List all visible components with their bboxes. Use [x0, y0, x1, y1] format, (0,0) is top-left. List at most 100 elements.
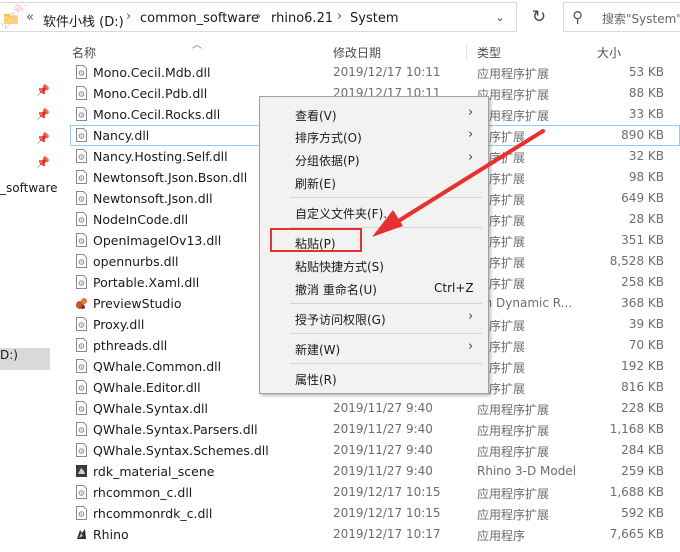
menu-item-undo-rename[interactable]: 撤消 重命名(U)	[295, 281, 377, 298]
file-size: 98 KB	[628, 170, 664, 184]
preview-studio-icon	[76, 298, 87, 309]
file-name: Proxy.dll	[93, 317, 145, 332]
menu-item-view[interactable]: 查看(V)	[295, 107, 337, 124]
search-icon: ⚲	[572, 8, 583, 26]
file-name: Mono.Cecil.Mdb.dll	[93, 65, 211, 80]
nav-item-software[interactable]: _software	[0, 181, 58, 195]
column-divider[interactable]	[466, 44, 467, 60]
file-size: 33 KB	[628, 107, 664, 121]
dll-file-icon	[76, 359, 87, 373]
breadcrumb-item-drive[interactable]: 软件小栈 (D:)	[43, 11, 124, 30]
shortcut-label: Ctrl+Z	[434, 281, 474, 295]
file-size: 39 KB	[628, 317, 664, 331]
menu-item-paste-shortcut[interactable]: 粘贴快捷方式(S)	[295, 258, 384, 275]
menu-item-refresh[interactable]: 刷新(E)	[295, 175, 336, 192]
file-size: 53 KB	[628, 65, 664, 79]
file-size: 890 KB	[621, 128, 664, 142]
file-size: 284 KB	[621, 443, 664, 457]
file-row[interactable]: rhcommonrdk_c.dll 2019/12/17 10:15 应用程序扩展 5…	[70, 503, 680, 524]
breadcrumb-item-common-software[interactable]: common_software	[140, 11, 259, 26]
dll-file-icon	[76, 254, 87, 268]
file-size: 228 KB	[621, 401, 664, 415]
file-name: QWhale.Editor.dll	[93, 380, 201, 395]
file-date: 2019/12/17 10:15	[333, 506, 441, 520]
file-row[interactable]: QWhale.Syntax.Schemes.dll 2019/11/27 9:40…	[70, 440, 680, 461]
file-row[interactable]: Mono.Cecil.Mdb.dll 2019/12/17 10:11 应用程序扩展…	[70, 62, 680, 83]
dll-file-icon	[76, 212, 87, 226]
chevron-right-icon[interactable]: ›	[337, 9, 342, 24]
file-size: 8,528 KB	[609, 254, 664, 268]
file-type: 应用程序扩展	[477, 508, 550, 522]
dll-file-icon	[76, 65, 87, 79]
file-type: 应用程序	[477, 529, 526, 543]
file-size: 7,665 KB	[609, 527, 664, 541]
file-date: 2019/12/17 10:15	[333, 485, 441, 499]
file-row[interactable]: rhcommon_c.dll 2019/12/17 10:15 应用程序扩展 1,68…	[70, 482, 680, 503]
file-date: 2019/11/27 9:40	[333, 443, 433, 457]
file-name: Nancy.Hosting.Self.dll	[93, 149, 228, 164]
file-name: rhcommonrdk_c.dll	[93, 506, 213, 521]
chevron-right-icon[interactable]: ›	[256, 9, 261, 24]
file-name: rdk_material_scene	[93, 464, 215, 479]
menu-item-group-by[interactable]: 分组依据(P)	[295, 152, 360, 169]
file-type: 应用程序扩展	[477, 445, 550, 459]
file-name: Rhino	[93, 527, 129, 542]
file-size: 192 KB	[621, 359, 664, 373]
chevron-right-icon[interactable]: ›	[126, 9, 131, 24]
breadcrumb-item-rhino[interactable]: rhino6.21	[271, 11, 333, 26]
breadcrumb-item-system[interactable]: System	[350, 11, 398, 26]
dll-file-icon	[76, 128, 87, 142]
column-header-type[interactable]: 类型	[477, 44, 501, 61]
file-type: 应用程序扩展	[477, 487, 550, 501]
menu-item-new[interactable]: 新建(W)	[295, 341, 340, 358]
file-type: 应用程序扩展	[477, 424, 550, 438]
file-name: rhcommon_c.dll	[93, 485, 193, 500]
dll-file-icon	[76, 422, 87, 436]
dll-file-icon	[76, 149, 87, 163]
file-row[interactable]: Rhino 2019/12/17 10:17 应用程序 7,665 KB	[70, 524, 680, 545]
file-name: QWhale.Common.dll	[93, 359, 222, 374]
menu-item-customize-folder[interactable]: 自定义文件夹(F)...	[295, 205, 395, 222]
menu-item-give-access[interactable]: 授予访问权限(G)	[295, 311, 386, 328]
file-size: 592 KB	[621, 506, 664, 520]
submenu-arrow-icon: ›	[468, 127, 474, 142]
dll-file-icon	[76, 443, 87, 457]
dll-file-icon	[76, 401, 87, 415]
dll-file-icon	[76, 275, 87, 289]
address-bar: « 软件小栈 (D:) › common_software › rhino6.2…	[0, 0, 680, 36]
refresh-icon[interactable]: ↻	[522, 3, 556, 31]
menu-separator	[290, 333, 482, 334]
search-input[interactable]: ⚲ 搜索"System"	[563, 2, 680, 32]
file-name: QWhale.Syntax.Schemes.dll	[93, 443, 269, 458]
file-name: pthreads.dll	[93, 338, 168, 353]
address-history-dropdown-icon[interactable]: ⌄	[488, 7, 512, 29]
file-size: 816 KB	[621, 380, 664, 394]
dll-file-icon	[76, 485, 87, 499]
file-name: QWhale.Syntax.Parsers.dll	[93, 422, 258, 437]
file-row[interactable]: rdk_material_scene 2019/11/27 9:40 Rhino 3…	[70, 461, 680, 482]
navigation-pane: 📌 📌 📌 📌 _software D:)	[0, 36, 58, 552]
file-size: 351 KB	[621, 233, 664, 247]
dll-file-icon	[76, 317, 87, 331]
file-row[interactable]: QWhale.Syntax.Parsers.dll 2019/11/27 9:40…	[70, 419, 680, 440]
file-date: 2019/11/27 9:40	[333, 422, 433, 436]
column-header-date[interactable]: 修改日期	[333, 44, 381, 61]
pin-icon: 📌	[36, 108, 50, 121]
breadcrumb-overflow-icon[interactable]: «	[26, 10, 34, 25]
file-size: 258 KB	[621, 275, 664, 289]
file-row[interactable]: QWhale.Syntax.dll 2019/11/27 9:40 应用程序扩展 22…	[70, 398, 680, 419]
breadcrumb[interactable]: « 软件小栈 (D:) › common_software › rhino6.2…	[0, 2, 517, 32]
nav-item-drive[interactable]: D:)	[0, 348, 18, 362]
column-header-name[interactable]: 名称	[72, 44, 96, 61]
column-header-size[interactable]: 大小	[597, 44, 621, 61]
file-type: Rhino 3-D Model	[477, 464, 577, 478]
file-name: Mono.Cecil.Rocks.dll	[93, 107, 221, 122]
pin-icon: 📌	[36, 156, 50, 169]
file-name: Newtonsoft.Json.Bson.dll	[93, 170, 248, 185]
file-name: OpenImageIOv13.dll	[93, 233, 222, 248]
menu-item-sort-by[interactable]: 排序方式(O)	[295, 129, 362, 146]
dll-file-icon	[76, 233, 87, 247]
file-size: 70 KB	[628, 338, 664, 352]
file-name: Newtonsoft.Json.dll	[93, 191, 213, 206]
menu-item-properties[interactable]: 属性(R)	[295, 371, 337, 388]
